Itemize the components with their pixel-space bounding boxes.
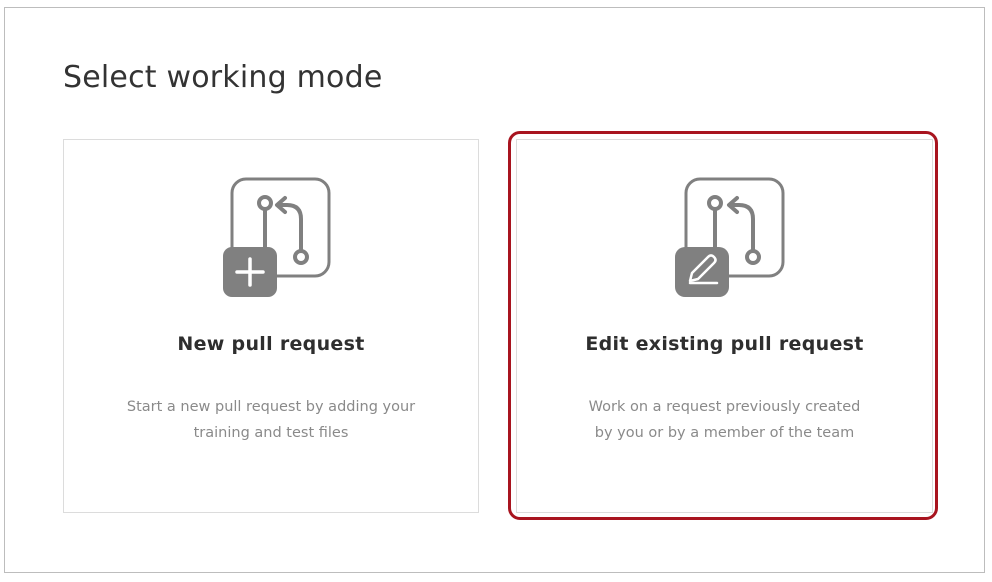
description-line: Work on a request previously created <box>588 399 861 415</box>
new-pull-request-title: New pull request <box>177 333 365 355</box>
new-pull-request-card[interactable]: New pull request Start a new pull reques… <box>63 139 479 513</box>
description-line: by you or by a member of the team <box>594 425 855 441</box>
new-pull-request-icon <box>223 177 331 297</box>
page-title: Select working mode <box>63 60 383 95</box>
edit-pull-request-description: Work on a request previously created by … <box>557 394 892 446</box>
description-line: Start a new pull request by adding your <box>126 399 416 415</box>
new-pull-request-description: Start a new pull request by adding your … <box>104 394 438 446</box>
edit-existing-pull-request-card[interactable]: Edit existing pull request Work on a req… <box>516 139 933 513</box>
description-line: training and test files <box>193 425 349 441</box>
edit-pull-request-icon <box>674 177 784 297</box>
edit-pull-request-title: Edit existing pull request <box>585 333 864 355</box>
